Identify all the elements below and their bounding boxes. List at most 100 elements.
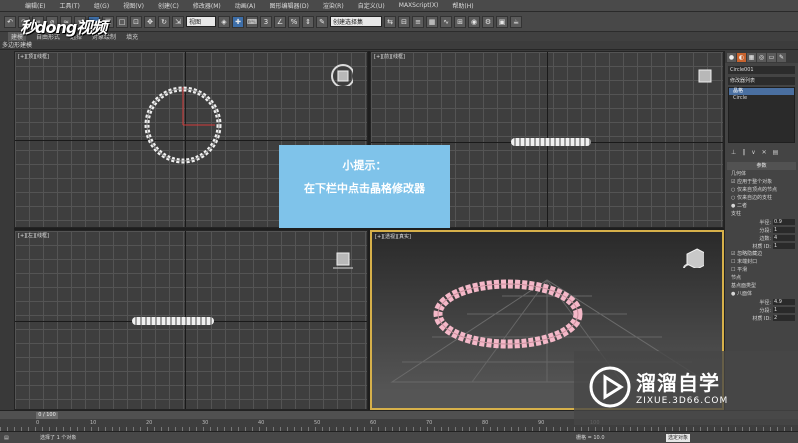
parameters-rollout[interactable]: 参数 — [727, 162, 796, 170]
time-slider[interactable]: 0 / 100 — [36, 412, 58, 419]
pin-stack-icon[interactable]: ⊥ — [731, 149, 736, 156]
both-radio[interactable]: ● 二者 — [725, 202, 798, 210]
track-bar-tick-label: 60 — [370, 420, 377, 426]
reference-coordinate-select[interactable]: 视图 — [186, 16, 216, 27]
maxscript-listener-icon[interactable]: ▤ — [4, 432, 9, 443]
strut-material-id-spinner[interactable]: 材质 ID: 1 — [725, 242, 798, 250]
tip-text: 在下栏中点击晶格修改器 — [304, 182, 425, 195]
menu-edit[interactable]: 编辑(E) — [18, 1, 52, 10]
joint-segments-value[interactable]: 1 — [773, 307, 795, 313]
viewcube-icon[interactable] — [331, 64, 353, 86]
status-bar: ▤ 选择了 1 个对象 栅格 = 10.0 选定对象 — [0, 431, 798, 443]
spinner-snap-icon[interactable]: ⇕ — [302, 15, 314, 28]
octa-radio[interactable]: ● 八面体 — [725, 290, 798, 298]
ignore-hidden-edges-checkbox[interactable]: ☑ 忽略隐藏边 — [725, 250, 798, 258]
object-name-field[interactable]: Circle001 — [728, 66, 795, 74]
stack-tools: ⊥ ‖ ∨ ✕ ▤ — [725, 145, 798, 160]
graphite-icon[interactable]: ▦ — [426, 15, 438, 28]
modifier-stack: 晶格 Circle — [728, 87, 795, 143]
move-icon[interactable]: ✥ — [144, 15, 156, 28]
scale-icon[interactable]: ⇲ — [172, 15, 184, 28]
track-bar-tick-label: 0 — [36, 420, 40, 426]
menu-graph-editors[interactable]: 图形编辑器(D) — [263, 1, 316, 10]
track-bar-tick-label: 90 — [538, 420, 545, 426]
select-manipulate-icon[interactable]: ✚ — [232, 15, 244, 28]
struts-only-label: 仅来自边的支柱 — [736, 195, 772, 201]
strut-segments-spinner[interactable]: 分段: 1 — [725, 226, 798, 234]
viewport-left-label[interactable]: [+][左][线框] — [18, 232, 49, 239]
struts-only-radio[interactable]: ○ 仅来自边的支柱 — [725, 194, 798, 202]
menu-help[interactable]: 帮助(H) — [445, 1, 480, 10]
viewcube-icon[interactable] — [682, 246, 704, 268]
menu-tools[interactable]: 工具(T) — [52, 1, 86, 10]
menu-rendering[interactable]: 渲染(R) — [316, 1, 351, 10]
strut-material-id-label: 材质 ID: — [752, 243, 771, 250]
strut-sides-value[interactable]: 4 — [773, 235, 795, 241]
strut-material-id-value[interactable]: 1 — [773, 243, 795, 249]
ribbon-tabs: 建模 自由形式 选择 对象绘制 填充 — [0, 32, 798, 41]
configure-sets-icon[interactable]: ▤ — [773, 149, 779, 156]
modifier-stack-item[interactable]: 晶格 — [729, 88, 794, 95]
show-end-result-icon[interactable]: ‖ — [742, 149, 745, 156]
joints-only-radio[interactable]: ○ 仅来自顶点的节点 — [725, 186, 798, 194]
pivot-icon[interactable]: ◈ — [218, 15, 230, 28]
strut-sides-spinner[interactable]: 边数: 4 — [725, 234, 798, 242]
viewcube-icon[interactable] — [695, 66, 717, 88]
joint-material-id-spinner[interactable]: 材质 ID: 2 — [725, 314, 798, 322]
hierarchy-tab-icon[interactable]: ▦ — [747, 52, 756, 62]
material-editor-icon[interactable]: ◉ — [468, 15, 480, 28]
strut-segments-value[interactable]: 1 — [773, 227, 795, 233]
snap-icon[interactable]: 3 — [260, 15, 272, 28]
strut-radius-spinner[interactable]: 半径: 0.9 — [725, 218, 798, 226]
menu-create[interactable]: 创建(C) — [151, 1, 186, 10]
remove-modifier-icon[interactable]: ✕ — [762, 149, 767, 156]
create-tab-icon[interactable]: ● — [727, 52, 736, 62]
mirror-icon[interactable]: ⇆ — [384, 15, 396, 28]
window-crossing-icon[interactable]: ⊡ — [130, 15, 142, 28]
menu-modifiers[interactable]: 修改器(M) — [186, 1, 228, 10]
menu-animation[interactable]: 动画(A) — [228, 1, 263, 10]
joint-segments-spinner[interactable]: 分段: 1 — [725, 306, 798, 314]
watermark-brand-url: ZIXUE.3D66.COM — [636, 396, 729, 406]
end-caps-checkbox[interactable]: ☐ 末端封口 — [725, 258, 798, 266]
make-unique-icon[interactable]: ∨ — [751, 149, 755, 156]
schematic-icon[interactable]: ⊞ — [454, 15, 466, 28]
percent-snap-icon[interactable]: % — [288, 15, 300, 28]
modifier-list-dropdown[interactable]: 修改器列表 — [728, 77, 795, 85]
undo-icon[interactable]: ↶ — [4, 15, 16, 28]
layer-icon[interactable]: ≡ — [412, 15, 424, 28]
menu-views[interactable]: 视图(V) — [116, 1, 151, 10]
strut-radius-value[interactable]: 0.9 — [773, 219, 795, 225]
align-icon[interactable]: ⊟ — [398, 15, 410, 28]
motion-tab-icon[interactable]: ◎ — [757, 52, 766, 62]
menu-customize[interactable]: 自定义(U) — [351, 1, 392, 10]
viewport-left[interactable]: [+][左][线框] — [14, 230, 368, 410]
angle-snap-icon[interactable]: ∠ — [274, 15, 286, 28]
key-filter-select[interactable]: 选定对象 — [666, 434, 691, 442]
joints-only-label: 仅来自顶点的节点 — [736, 187, 777, 193]
display-tab-icon[interactable]: ▭ — [767, 52, 776, 62]
joint-material-id-value[interactable]: 2 — [773, 315, 795, 321]
viewcube-icon[interactable] — [333, 249, 355, 271]
rotate-icon[interactable]: ↻ — [158, 15, 170, 28]
utilities-tab-icon[interactable]: ✎ — [777, 52, 786, 62]
keyboard-shortcut-icon[interactable]: ⌨ — [246, 15, 258, 28]
command-panel-tabs: ● ◐ ▦ ◎ ▭ ✎ — [725, 51, 798, 63]
render-setup-icon[interactable]: ⚙ — [482, 15, 494, 28]
menu-group[interactable]: 组(G) — [87, 1, 116, 10]
edit-named-selection-icon[interactable]: ✎ — [316, 15, 328, 28]
named-selection-set-select[interactable]: 创建选择集 — [330, 16, 382, 27]
rect-select-icon[interactable]: □ — [116, 15, 128, 28]
curve-editor-icon[interactable]: ∿ — [440, 15, 452, 28]
apply-entire-object-checkbox[interactable]: ☑ 应用于整个对象 — [725, 178, 798, 186]
render-frame-icon[interactable]: ▣ — [496, 15, 508, 28]
render-icon[interactable]: ☕ — [510, 15, 522, 28]
modifier-stack-item[interactable]: Circle — [729, 95, 794, 102]
ribbon-tab-populate[interactable]: 填充 — [126, 32, 138, 41]
smooth-checkbox[interactable]: ☐ 平滑 — [725, 266, 798, 274]
menu-maxscript[interactable]: MAXScript(X) — [392, 2, 446, 9]
viewport-front-label[interactable]: [+][前][线框] — [374, 53, 405, 60]
modify-tab-icon[interactable]: ◐ — [737, 52, 746, 62]
joint-radius-spinner[interactable]: 半径: 4.9 — [725, 298, 798, 306]
joint-radius-value[interactable]: 4.9 — [773, 299, 795, 305]
